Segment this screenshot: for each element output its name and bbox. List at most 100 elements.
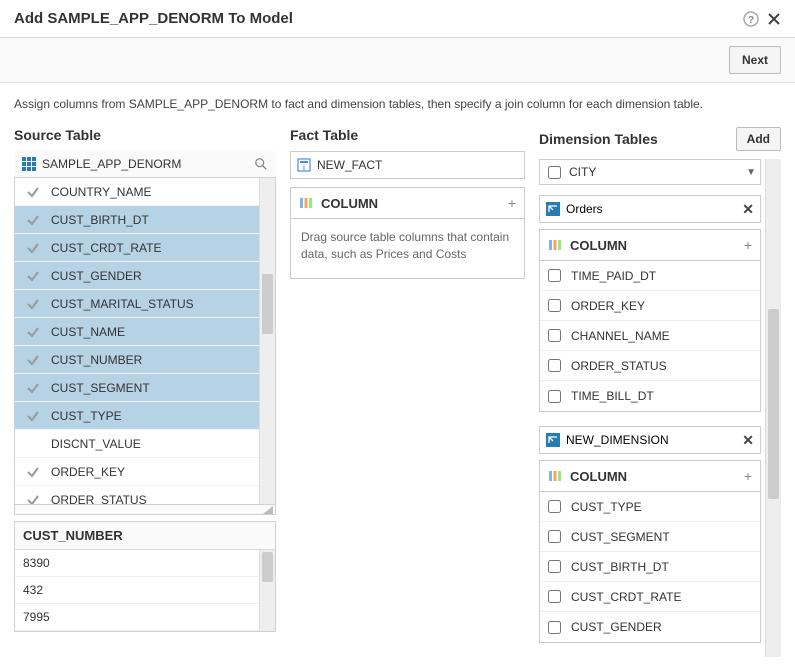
table-grid-icon [22, 157, 36, 171]
dimension-column-name: CUST_TYPE [571, 500, 642, 514]
check-icon [25, 241, 41, 255]
source-column-name: DISCNT_VALUE [51, 437, 141, 451]
fact-title: Fact Table [290, 127, 358, 143]
help-icon[interactable]: ? [743, 11, 759, 27]
dimension-column-row[interactable]: ORDER_STATUS [540, 351, 760, 381]
dimension-name-input[interactable]: ✕ [539, 426, 761, 454]
columns-icon [299, 196, 313, 210]
dimension-column-checkbox[interactable] [548, 390, 561, 403]
dimension-column-row[interactable]: CUST_CRDT_RATE [540, 582, 760, 612]
dimension-column-checkbox[interactable] [548, 530, 561, 543]
dimension-table-orders: ✕ COLUMN + TIME_PAID_DT ORDER_KEY CHANNEL_… [539, 195, 761, 412]
dimension-column-checkbox[interactable] [548, 621, 561, 634]
toolbar: Next [0, 38, 795, 83]
source-column-name: CUST_GENDER [51, 269, 142, 283]
dimension-columns-list[interactable]: CUST_TYPE CUST_SEGMENTCUST_BIRTH_DT CUST_C… [539, 492, 761, 643]
fact-drop-hint[interactable]: Drag source table columns that contain d… [290, 219, 525, 279]
dimension-column-header: COLUMN + [539, 229, 761, 261]
source-column-row[interactable]: CUST_MARITAL_STATUS [15, 290, 259, 318]
preview-column-name: CUST_NUMBER [15, 522, 275, 550]
source-column-row[interactable]: CUST_NUMBER [15, 346, 259, 374]
dimension-column-row[interactable]: CUST_BIRTH_DT [540, 552, 760, 582]
remove-dimension-icon[interactable]: ✕ [742, 201, 754, 218]
dimension-column-label: COLUMN [570, 238, 736, 253]
dimension-column-name: CHANNEL_NAME [571, 329, 670, 343]
source-column-row[interactable]: CUST_CRDT_RATE [15, 234, 259, 262]
next-button[interactable]: Next [729, 46, 781, 74]
dimensions-title: Dimension Tables [539, 131, 658, 147]
source-column-row[interactable]: CUST_NAME [15, 318, 259, 346]
check-icon [25, 465, 41, 479]
svg-text:i: i [303, 165, 305, 172]
dimension-column-row[interactable]: CUST_TYPE [540, 492, 760, 522]
fact-column-label: COLUMN [321, 196, 500, 211]
source-columns-list[interactable]: COUNTRY_NAME CUST_BIRTH_DT CUST_CRDT_RATE C… [15, 178, 259, 504]
source-column-name: CUST_MARITAL_STATUS [51, 297, 194, 311]
dimension-name-field[interactable] [566, 202, 736, 216]
check-icon [25, 213, 41, 227]
source-title: Source Table [14, 127, 101, 143]
dimension-column-row[interactable]: TIME_PAID_DT [540, 261, 760, 291]
dimension-column-checkbox[interactable] [548, 299, 561, 312]
source-column-name: COUNTRY_NAME [51, 185, 151, 199]
fact-table-name-input[interactable]: i NEW_FACT [290, 151, 525, 179]
dimension-column-name: ORDER_KEY [571, 299, 645, 313]
resize-handle[interactable] [14, 505, 276, 515]
check-icon [25, 493, 41, 505]
remove-dimension-icon[interactable]: ✕ [742, 432, 754, 449]
dimensions-scrollbar[interactable] [765, 159, 781, 657]
dimension-column-checkbox[interactable] [548, 560, 561, 573]
dimension-column-checkbox[interactable] [548, 590, 561, 603]
source-table-name: SAMPLE_APP_DENORM [42, 157, 254, 171]
dimension-collapsed-label: CITY [569, 165, 596, 179]
instructions-text: Assign columns from SAMPLE_APP_DENORM to… [0, 83, 795, 121]
source-column-row[interactable]: ORDER_KEY [15, 458, 259, 486]
preview-scrollbar[interactable] [259, 550, 275, 631]
dimension-columns-list[interactable]: TIME_PAID_DT ORDER_KEY CHANNEL_NAME ORDER_S… [539, 261, 761, 412]
source-table-name-bar: SAMPLE_APP_DENORM [14, 151, 276, 177]
source-column-row[interactable]: COUNTRY_NAME [15, 178, 259, 206]
source-column-row[interactable]: CUST_BIRTH_DT [15, 206, 259, 234]
source-column-row[interactable]: CUST_SEGMENT [15, 374, 259, 402]
dimension-column-checkbox[interactable] [548, 269, 561, 282]
add-fact-column-icon[interactable]: + [508, 195, 516, 211]
dimension-column-checkbox[interactable] [548, 500, 561, 513]
dimension-name-input[interactable]: ✕ [539, 195, 761, 223]
dimension-checkbox[interactable] [548, 166, 561, 179]
dimension-name-field[interactable] [566, 433, 736, 447]
dimension-table-new: ✕ COLUMN + CUST_TYPE CUST_SEGMENTCUST_BIR… [539, 426, 761, 643]
source-column-row[interactable]: CUST_TYPE [15, 402, 259, 430]
add-dimension-button[interactable]: Add [736, 127, 781, 151]
source-column-name: CUST_BIRTH_DT [51, 213, 149, 227]
dimension-column-row[interactable]: TIME_BILL_DT [540, 381, 760, 411]
check-icon [25, 297, 41, 311]
source-column-name: ORDER_STATUS [51, 493, 147, 505]
dimension-collapsed-city[interactable]: CITY ▼ [539, 159, 761, 185]
source-column-row[interactable]: DISCNT_VALUE [15, 430, 259, 458]
dimension-table-icon [546, 433, 560, 447]
source-scrollbar[interactable] [259, 178, 275, 504]
preview-value-row: 7995 [15, 604, 259, 631]
dimension-column-row[interactable]: CHANNEL_NAME [540, 321, 760, 351]
chevron-down-icon[interactable]: ▼ [746, 167, 756, 178]
dimension-column-row[interactable]: ORDER_KEY [540, 291, 760, 321]
preview-values-list: 83904327995 [15, 550, 259, 631]
dimension-column-name: TIME_BILL_DT [571, 389, 654, 403]
add-dimension-column-icon[interactable]: + [744, 468, 752, 484]
dimension-column-header: COLUMN + [539, 460, 761, 492]
dimension-column-checkbox[interactable] [548, 359, 561, 372]
source-column-row[interactable]: CUST_GENDER [15, 262, 259, 290]
dimension-column-checkbox[interactable] [548, 329, 561, 342]
search-icon[interactable] [254, 157, 268, 171]
dimension-column-name: CUST_CRDT_RATE [571, 590, 681, 604]
source-column-row[interactable]: ORDER_STATUS [15, 486, 259, 504]
dialog-title: Add SAMPLE_APP_DENORM To Model [14, 10, 743, 27]
add-dimension-column-icon[interactable]: + [744, 237, 752, 253]
dimension-column-name: ORDER_STATUS [571, 359, 667, 373]
source-column-name: CUST_SEGMENT [51, 381, 150, 395]
columns-icon [548, 469, 562, 483]
close-icon[interactable] [767, 12, 781, 26]
dimension-column-label: COLUMN [570, 469, 736, 484]
dimension-column-row[interactable]: CUST_SEGMENT [540, 522, 760, 552]
dimension-column-row[interactable]: CUST_GENDER [540, 612, 760, 642]
